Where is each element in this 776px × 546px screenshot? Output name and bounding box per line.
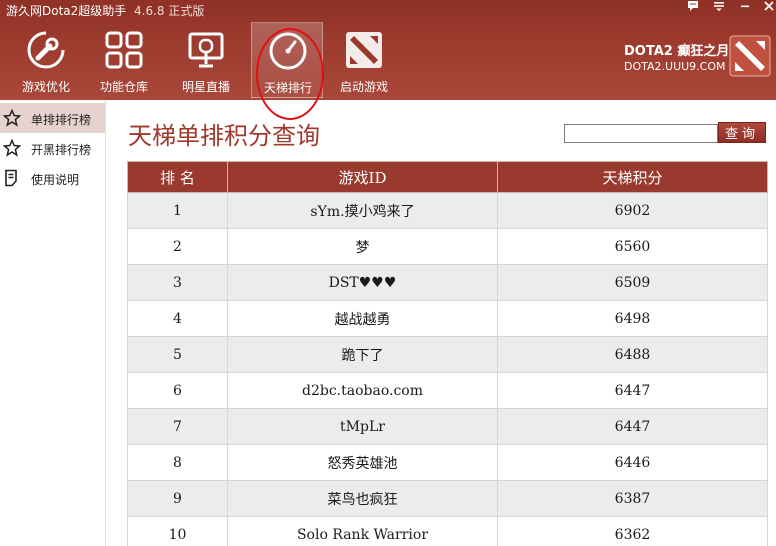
cell-score: 6509 [497, 264, 768, 301]
sidebar: 单排排行榜 开黑排行榜 使用说明 [0, 100, 106, 546]
cell-game-id: 梦 [227, 228, 498, 265]
sidebar-item-label: 开黑排行榜 [31, 143, 92, 157]
gauge-icon [269, 32, 307, 70]
sidebar-item-label: 单排排行榜 [31, 113, 92, 127]
dota2-logo-icon [729, 35, 771, 77]
grid-icon [105, 31, 143, 69]
table-header-row: 排 名 游戏ID 天梯积分 [127, 161, 768, 193]
table-row[interactable]: 4 越战越勇 6498 [127, 300, 768, 337]
cell-rank: 8 [127, 444, 228, 481]
dota-logo-icon [346, 32, 382, 68]
cell-game-id: DST♥♥♥ [227, 264, 498, 301]
cell-score: 6362 [497, 516, 768, 546]
star-icon [3, 109, 21, 127]
search-button[interactable]: 查询 [718, 122, 766, 143]
cell-score: 6446 [497, 444, 768, 481]
menu-icon-svg [714, 2, 724, 11]
cell-score: 6560 [497, 228, 768, 265]
column-header-game-id[interactable]: 游戏ID [227, 161, 498, 193]
cell-game-id: 怒秀英雄池 [227, 444, 498, 481]
minimize-icon[interactable] [732, 0, 758, 16]
sidebar-item-team-ranking[interactable]: 开黑排行榜 [0, 133, 105, 163]
header-bar: 游久网Dota2超级助手 4.6.8 正式版 游戏优化 功能仓库 明星直播 天梯… [0, 0, 776, 100]
cell-game-id: 越战越勇 [227, 300, 498, 337]
tool-launch-game[interactable]: 启动游戏 [328, 22, 400, 98]
tool-ladder-rank[interactable]: 天梯排行 [251, 22, 323, 98]
app-version: 4.6.8 正式版 [134, 4, 205, 18]
broadcast-icon [188, 32, 224, 68]
cell-rank: 2 [127, 228, 228, 265]
table-row[interactable]: 3 DST♥♥♥ 6509 [127, 264, 768, 301]
tool-label: 明星直播 [181, 80, 230, 94]
minimize-icon-svg [741, 5, 749, 8]
tool-label: 功能仓库 [99, 80, 148, 94]
title-bar: 游久网Dota2超级助手 4.6.8 正式版 [0, 0, 776, 20]
table-row[interactable]: 5 跪下了 6488 [127, 336, 768, 373]
column-header-score[interactable]: 天梯积分 [497, 161, 768, 193]
brand-title: DOTA2 癫狂之月 [624, 44, 730, 59]
close-icon-svg [764, 1, 774, 11]
cell-rank: 4 [127, 300, 228, 337]
app-window: 游久网Dota2超级助手 4.6.8 正式版 游戏优化 功能仓库 明星直播 天梯… [0, 0, 776, 546]
star-icon [3, 139, 21, 157]
cell-game-id: 菜鸟也疯狂 [227, 480, 498, 517]
feedback-icon-svg [688, 1, 698, 11]
table-row[interactable]: 1 sYm.摸小鸡来了 6902 [127, 192, 768, 229]
tool-label: 游戏优化 [21, 80, 70, 94]
cell-score: 6447 [497, 372, 768, 409]
cell-rank: 5 [127, 336, 228, 373]
cell-rank: 10 [127, 516, 228, 546]
close-icon[interactable] [756, 0, 776, 16]
table-row[interactable]: 8 怒秀英雄池 6446 [127, 444, 768, 481]
cell-score: 6902 [497, 192, 768, 229]
cell-game-id: tMpLr [227, 408, 498, 445]
menu-icon[interactable] [706, 0, 732, 16]
table-row[interactable]: 9 菜鸟也疯狂 6387 [127, 480, 768, 517]
column-header-rank[interactable]: 排 名 [127, 161, 228, 193]
cell-score: 6488 [497, 336, 768, 373]
cell-score: 6498 [497, 300, 768, 337]
cell-rank: 6 [127, 372, 228, 409]
ranking-table: 排 名 游戏ID 天梯积分 1 sYm.摸小鸡来了 6902 2 梦 6560 3 DST… [127, 161, 768, 546]
tool-label: 天梯排行 [263, 81, 312, 95]
table-row[interactable]: 10 Solo Rank Warrior 6362 [127, 516, 768, 546]
document-icon [5, 169, 17, 187]
wrench-icon [27, 31, 65, 69]
cell-score: 6447 [497, 408, 768, 445]
cell-game-id: 跪下了 [227, 336, 498, 373]
cell-score: 6387 [497, 480, 768, 517]
cell-rank: 1 [127, 192, 228, 229]
sidebar-item-instructions[interactable]: 使用说明 [0, 163, 105, 193]
sidebar-item-label: 使用说明 [31, 173, 80, 187]
cell-rank: 7 [127, 408, 228, 445]
app-title: 游久网Dota2超级助手 [6, 4, 127, 18]
tool-label: 启动游戏 [339, 80, 388, 94]
cell-rank: 9 [127, 480, 228, 517]
feedback-icon[interactable] [680, 0, 706, 16]
tool-game-optimize[interactable]: 游戏优化 [10, 22, 82, 98]
page-title: 天梯单排积分查询 [128, 122, 320, 150]
tool-feature-store[interactable]: 功能仓库 [88, 22, 160, 98]
tool-star-live[interactable]: 明星直播 [170, 22, 242, 98]
table-row[interactable]: 2 梦 6560 [127, 228, 768, 265]
cell-game-id: sYm.摸小鸡来了 [227, 192, 498, 229]
table-row[interactable]: 6 d2bc.taobao.com 6447 [127, 372, 768, 409]
search-input[interactable] [564, 124, 718, 143]
cell-game-id: Solo Rank Warrior [227, 516, 498, 546]
cell-rank: 3 [127, 264, 228, 301]
brand-url: DOTA2.UUU9.COM [624, 60, 726, 73]
table-row[interactable]: 7 tMpLr 6447 [127, 408, 768, 445]
sidebar-item-solo-ranking[interactable]: 单排排行榜 [0, 103, 105, 133]
cell-game-id: d2bc.taobao.com [227, 372, 498, 409]
brand-banner[interactable]: DOTA2 癫狂之月 DOTA2.UUU9.COM [620, 35, 776, 82]
